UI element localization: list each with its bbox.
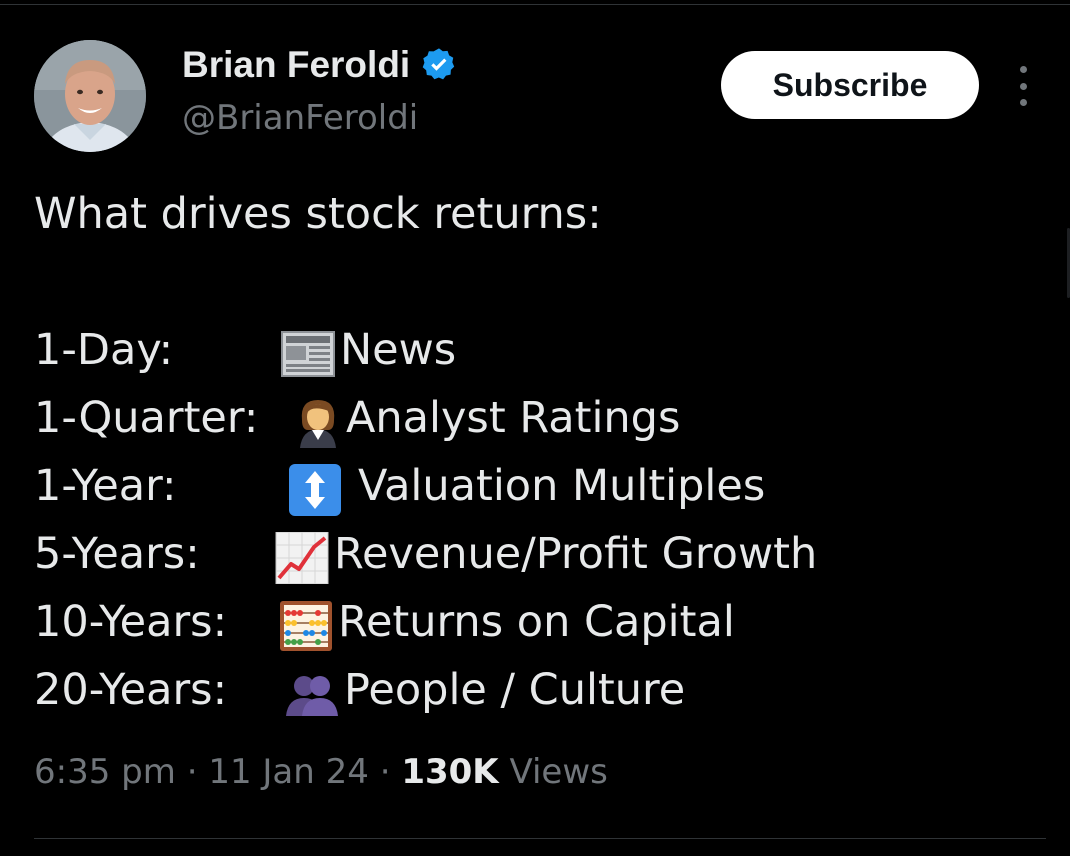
list-item: 5-Years: Revenue/Profit Growth <box>34 520 1034 588</box>
more-vertical-icon[interactable] <box>1008 66 1038 106</box>
chart-increasing-icon <box>275 532 329 584</box>
list-item: 10-Years: Returns on Capital <box>34 588 1034 656</box>
author-name-row[interactable]: Brian Feroldi <box>182 44 458 86</box>
item-value: Analyst Ratings <box>346 393 681 443</box>
bottom-divider <box>34 838 1046 839</box>
subscribe-button[interactable]: Subscribe <box>721 51 979 119</box>
meta-separator: · <box>379 752 391 792</box>
tweet-meta: 6:35 pm · 11 Jan 24 · 130K Views <box>34 752 608 792</box>
abacus-icon <box>280 601 332 651</box>
item-value: Valuation Multiples <box>358 461 766 511</box>
item-value: Returns on Capital <box>338 597 735 647</box>
author-name[interactable]: Brian Feroldi <box>182 44 410 86</box>
views-label[interactable]: Views <box>509 752 607 792</box>
tweet-intro: What drives stock returns: <box>34 189 602 239</box>
item-value: News <box>340 325 457 375</box>
tweet-time[interactable]: 6:35 pm <box>34 752 176 792</box>
item-label: 1-Day: <box>34 325 174 375</box>
meta-separator: · <box>186 752 198 792</box>
tweet-intro-line: What drives stock returns: <box>34 180 1034 248</box>
item-label: 10-Years: <box>34 597 228 647</box>
item-value: Revenue/Profit Growth <box>334 529 818 579</box>
tweet-screen: Brian Feroldi @BrianFeroldi Subscribe Wh… <box>0 0 1070 856</box>
item-label: 1-Quarter: <box>34 393 259 443</box>
item-label: 20-Years: <box>34 665 228 715</box>
top-divider <box>0 4 1070 5</box>
item-label: 5-Years: <box>34 529 200 579</box>
more-dot <box>1019 99 1027 106</box>
list-item: 1-Day: News <box>34 316 1034 384</box>
tweet-date[interactable]: 11 Jan 24 <box>208 752 369 792</box>
up-down-arrow-icon <box>289 464 341 516</box>
more-dot <box>1019 66 1027 73</box>
list-item: 20-Years: People / Culture <box>34 656 1034 724</box>
more-dot <box>1019 82 1027 90</box>
item-value: People / Culture <box>344 665 686 715</box>
item-label: 1-Year: <box>34 461 177 511</box>
tweet-text: What drives stock returns: 1-Day: News 1… <box>34 180 1034 724</box>
verified-badge-icon <box>422 48 455 80</box>
list-item: 1-Quarter: Analyst Ratings <box>34 384 1034 452</box>
avatar[interactable] <box>34 40 146 152</box>
busts-in-silhouette-icon <box>286 676 338 716</box>
woman-office-worker-icon <box>300 400 336 448</box>
views-count[interactable]: 130K <box>401 752 498 792</box>
author-handle[interactable]: @BrianFeroldi <box>182 98 418 138</box>
list-item: 1-Year: Valuation Multiples <box>34 452 1034 520</box>
newspaper-icon <box>281 331 335 377</box>
